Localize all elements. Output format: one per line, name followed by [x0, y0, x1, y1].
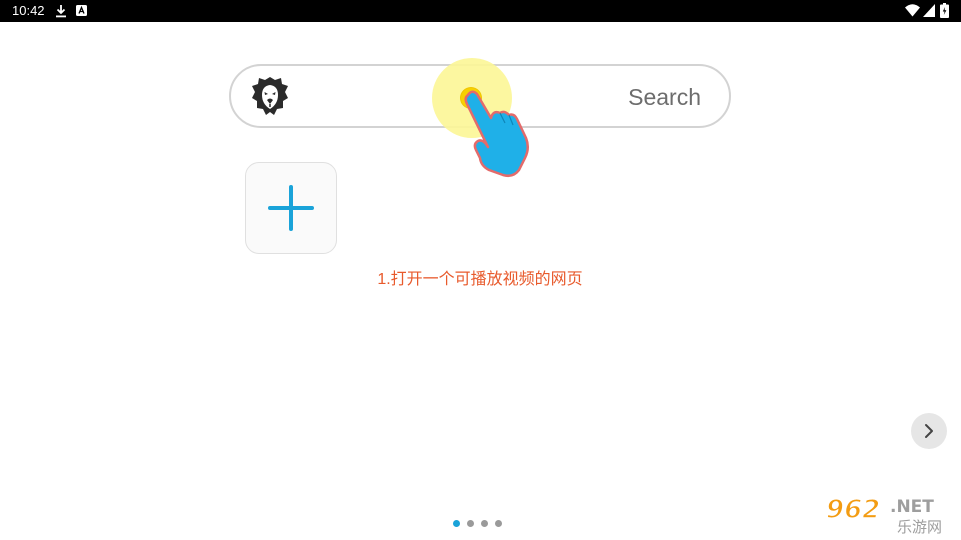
a-notification-icon	[76, 5, 87, 16]
status-time: 10:42	[12, 3, 45, 18]
add-shortcut-button[interactable]	[245, 162, 337, 254]
svg-text:962: 962	[826, 495, 880, 525]
page-indicator	[453, 520, 502, 528]
search-placeholder: Search	[628, 84, 701, 110]
step-caption: 1.打开一个可播放视频的网页	[377, 271, 583, 288]
battery-icon	[940, 3, 949, 18]
tutorial-screen: 10:42 Search 1.打开一个可播放视频的网页 962 .NET 乐游网	[0, 0, 961, 540]
next-page-button[interactable]	[911, 413, 947, 449]
download-icon	[56, 5, 66, 18]
page-dot-2[interactable]	[467, 520, 474, 527]
signal-icon	[923, 4, 935, 17]
chevron-right-icon	[925, 424, 933, 438]
wifi-icon	[905, 4, 920, 17]
watermark-logo: 962 .NET 乐游网	[822, 492, 961, 540]
page-dot-1[interactable]	[453, 520, 460, 527]
svg-text:乐游网: 乐游网	[897, 518, 942, 536]
page-dot-4[interactable]	[495, 520, 502, 527]
lion-icon	[252, 77, 288, 115]
status-bar: 10:42	[0, 0, 961, 22]
pointing-hand-icon	[464, 90, 529, 178]
svg-text:.NET: .NET	[890, 497, 934, 517]
page-dot-3[interactable]	[481, 520, 488, 527]
plus-icon	[268, 185, 314, 231]
